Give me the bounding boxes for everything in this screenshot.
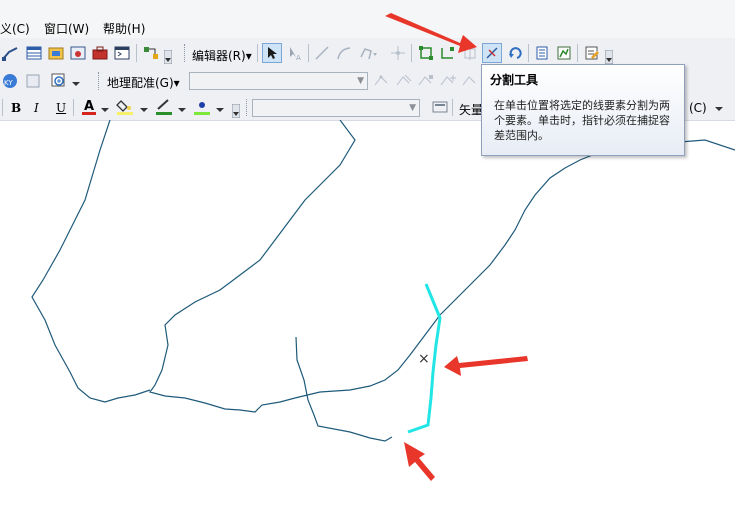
reshape-feature-icon[interactable] <box>438 43 458 63</box>
split-tool-tooltip: 分割工具 在单击位置将选定的线要素分割为两个要素。单击时，指针必须在捕捉容差范围… <box>481 64 685 156</box>
underline-button[interactable]: U <box>56 101 66 115</box>
dropdown-arrow-icon[interactable] <box>714 99 724 119</box>
trace-icon[interactable] <box>358 43 378 63</box>
link-table-icon[interactable] <box>460 71 480 91</box>
separator <box>2 99 3 116</box>
menu-window[interactable]: 窗口(W) <box>44 20 89 37</box>
vectorization-menu[interactable]: 矢量 <box>459 101 483 118</box>
polyline-feature <box>149 120 735 413</box>
polyline-feature <box>295 336 393 442</box>
layer-combo[interactable]: ▼ <box>252 99 420 117</box>
attributes-icon[interactable] <box>532 43 552 63</box>
toolbar-overflow-icon[interactable] <box>163 47 173 67</box>
cut-polygons-icon[interactable] <box>460 43 480 63</box>
rotate-icon[interactable] <box>505 43 525 63</box>
menu-bar: 义(C) 窗口(W) 帮助(H) <box>0 0 735 38</box>
python-window-icon[interactable] <box>112 43 132 63</box>
dropdown-arrow-icon[interactable] <box>100 100 110 120</box>
catalog-icon[interactable] <box>46 43 66 63</box>
font-color-icon[interactable]: A <box>79 97 99 117</box>
edit-annotation-icon[interactable]: A <box>285 43 305 63</box>
rotate-georef-icon[interactable] <box>372 71 392 91</box>
toolbar-menu-c[interactable]: (C) <box>689 101 707 115</box>
point-icon[interactable] <box>388 43 408 63</box>
shift-georef-icon[interactable] <box>394 71 414 91</box>
edit-tool-arrow-icon[interactable] <box>262 43 282 63</box>
menu-help[interactable]: 帮助(H) <box>103 20 145 37</box>
split-tool-icon[interactable] <box>482 43 502 63</box>
add-control-points-icon[interactable] <box>438 71 458 91</box>
arctoolbox-icon[interactable] <box>90 43 110 63</box>
polyline-feature <box>31 120 151 403</box>
dropdown-arrow-icon[interactable] <box>177 100 187 120</box>
marker-color-icon[interactable] <box>192 97 212 117</box>
separator <box>73 99 74 116</box>
svg-text:A: A <box>84 99 94 114</box>
dropdown-arrow-icon[interactable] <box>139 100 149 120</box>
dropdown-arrow-icon[interactable] <box>71 74 81 94</box>
separator <box>257 44 258 62</box>
georef-layer-combo[interactable]: ▼ <box>189 72 368 90</box>
identify-icon[interactable] <box>23 71 43 91</box>
separator <box>136 44 137 62</box>
separator <box>411 44 412 62</box>
separator <box>577 44 578 62</box>
full-extent-icon[interactable]: KY <box>0 71 20 91</box>
straight-segment-icon[interactable] <box>312 43 332 63</box>
dropdown-arrow-icon[interactable] <box>215 100 225 120</box>
svg-text:A: A <box>296 54 301 61</box>
bold-button[interactable]: B <box>11 101 21 115</box>
end-point-arc-icon[interactable] <box>334 43 354 63</box>
layer-properties-icon[interactable] <box>430 97 450 117</box>
line-color-icon[interactable] <box>154 97 174 117</box>
edit-vertices-green-icon[interactable] <box>416 43 436 63</box>
scale-georef-icon[interactable] <box>416 71 436 91</box>
edit-vertices-icon[interactable] <box>0 43 20 63</box>
italic-button[interactable]: I <box>34 101 39 115</box>
attribute-table-icon[interactable] <box>24 43 44 63</box>
separator <box>528 44 529 62</box>
model-builder-icon[interactable] <box>141 43 161 63</box>
zoom-layer-icon[interactable] <box>49 71 69 91</box>
tooltip-body: 在单击位置将选定的线要素分割为两个要素。单击时，指针必须在捕捉容差范围内。 <box>494 99 670 142</box>
georeferencing-menu[interactable]: 地理配准(G)▾ <box>107 74 180 91</box>
split-cursor-icon: × <box>418 351 430 367</box>
map-canvas[interactable]: × <box>0 120 735 516</box>
menu-customize[interactable]: 义(C) <box>0 20 30 37</box>
editor-menu[interactable]: 编辑器(R)▾ <box>192 47 252 64</box>
create-features-icon[interactable] <box>582 43 602 63</box>
fill-color-icon[interactable] <box>115 97 135 117</box>
separator <box>452 99 453 116</box>
separator <box>308 44 309 62</box>
tooltip-title: 分割工具 <box>490 73 539 87</box>
chevron-down-icon: ▼ <box>357 76 364 86</box>
svg-text:KY: KY <box>4 79 13 87</box>
search-window-icon[interactable] <box>68 43 88 63</box>
chevron-down-icon: ▼ <box>409 103 416 113</box>
sketch-properties-icon[interactable] <box>554 43 574 63</box>
toolbar-grip[interactable] <box>246 99 250 116</box>
toolbar-overflow-icon[interactable] <box>231 101 241 121</box>
toolbar-grip[interactable] <box>184 44 188 62</box>
toolbar-grip[interactable] <box>98 72 102 90</box>
